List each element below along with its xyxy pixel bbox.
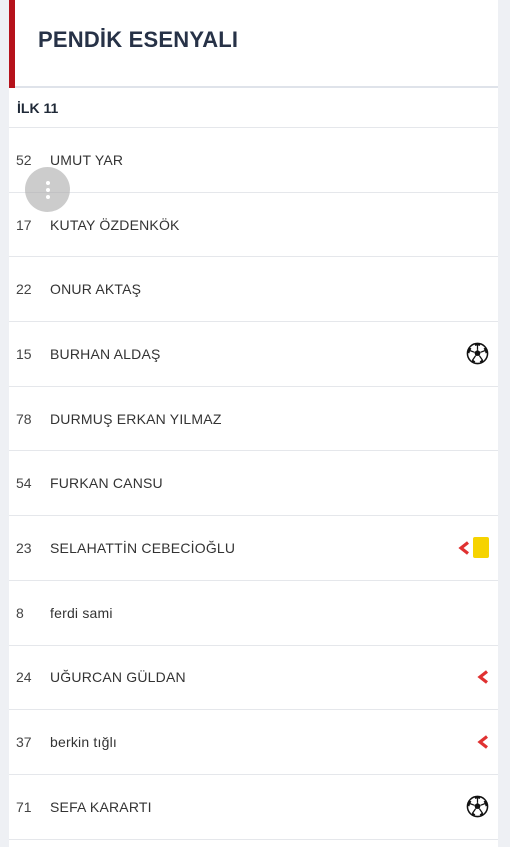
player-events (466, 342, 489, 365)
player-name: berkin tığlı (50, 734, 117, 751)
lineup-card: PENDİK ESENYALI İLK 11 52 UMUT YAR 17 KUTAY… (9, 0, 498, 847)
player-name: UĞURCAN GÜLDAN (50, 669, 186, 686)
player-number: 54 (16, 475, 32, 492)
player-number: 78 (16, 410, 32, 427)
player-row[interactable]: 15 BURHAN ALDAŞ (9, 322, 498, 387)
player-row[interactable]: 24 UĞURCAN GÜLDAN (9, 646, 498, 711)
player-name: DURMUŞ ERKAN YILMAZ (50, 410, 222, 427)
player-name: FURKAN CANSU (50, 475, 163, 492)
player-name: SEFA KARARTI (50, 798, 152, 815)
player-number: 22 (16, 281, 32, 298)
player-list: 52 UMUT YAR 17 KUTAY ÖZDENKÖK 22 ONUR AKTAŞ 15… (9, 128, 498, 840)
goal-icon (466, 795, 489, 818)
more-options-button[interactable] (25, 167, 70, 212)
dot-icon (45, 194, 50, 199)
player-events (477, 670, 489, 685)
player-number: 23 (16, 539, 32, 556)
player-row[interactable]: 17 KUTAY ÖZDENKÖK (9, 193, 498, 258)
yellow-card-icon (473, 537, 489, 559)
player-number: 15 (16, 345, 32, 362)
player-row[interactable]: 22 ONUR AKTAŞ (9, 257, 498, 323)
player-row[interactable]: 52 UMUT YAR (9, 128, 498, 193)
player-row[interactable]: 71 SEFA KARARTI (9, 775, 498, 840)
player-number: 37 (16, 734, 32, 751)
dot-icon (45, 180, 50, 185)
player-number: 71 (16, 798, 32, 815)
player-events (458, 537, 489, 559)
player-name: ferdi sami (50, 604, 113, 621)
player-name: SELAHATTİN CEBECİOĞLU (50, 539, 236, 556)
player-events (466, 795, 489, 818)
player-row[interactable]: 78 DURMUŞ ERKAN YILMAZ (9, 387, 498, 452)
dot-icon (45, 187, 50, 192)
player-name: UMUT YAR (50, 151, 124, 168)
player-events (477, 735, 489, 749)
player-row[interactable]: 23 SELAHATTİN CEBECİOĞLU (9, 516, 498, 581)
player-number: 17 (16, 216, 32, 233)
player-name: ONUR AKTAŞ (50, 281, 142, 298)
team-name: PENDİK ESENYALI (38, 27, 239, 52)
player-row[interactable]: 8 ferdi sami (9, 581, 498, 646)
player-number: 24 (16, 669, 32, 686)
team-accent-bar (9, 0, 15, 88)
player-number: 52 (16, 151, 32, 168)
player-number: 8 (16, 604, 24, 621)
player-name: BURHAN ALDAŞ (50, 345, 161, 362)
substitution-out-icon (477, 735, 489, 749)
substitution-out-icon (458, 541, 470, 555)
player-row[interactable]: 54 FURKAN CANSU (9, 451, 498, 517)
goal-icon (466, 342, 489, 365)
team-header: PENDİK ESENYALI (9, 0, 498, 88)
player-row[interactable]: 37 berkin tığlı (9, 710, 498, 775)
substitution-out-icon (477, 670, 489, 685)
player-name: KUTAY ÖZDENKÖK (50, 216, 180, 233)
lineup-section-title: İLK 11 (9, 88, 498, 128)
